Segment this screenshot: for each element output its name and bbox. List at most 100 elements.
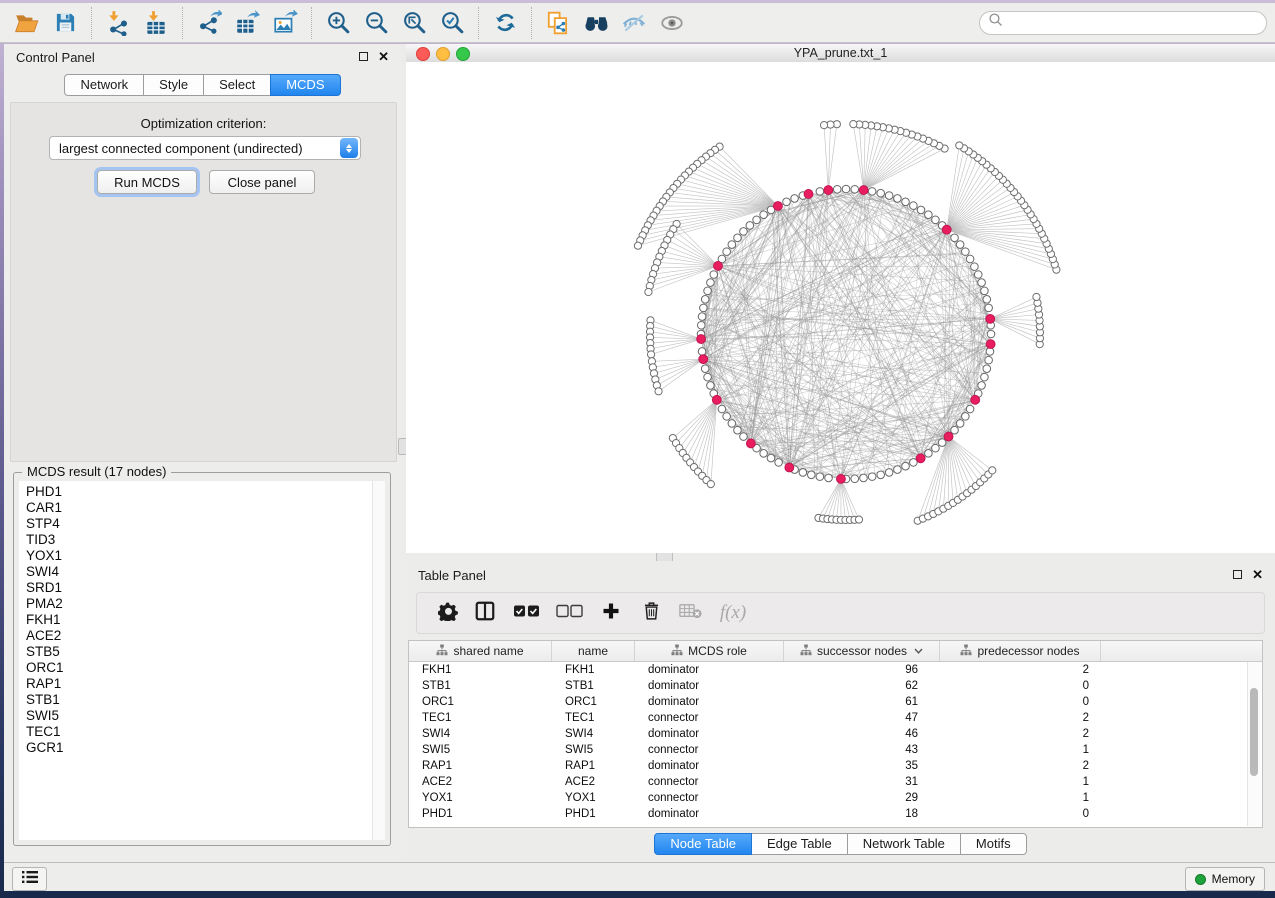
list-item[interactable]: PMA2 [26,596,385,612]
refresh-button[interactable] [486,6,524,40]
column-label: successor nodes [817,644,907,658]
cell-predecessor_nodes: 1 [940,776,1101,788]
list-item[interactable]: SWI4 [26,564,385,580]
search-input[interactable] [1004,15,1258,31]
mcds-result-group: MCDS result (17 nodes) PHD1CAR1STP4TID3Y… [13,472,391,846]
select-all-button[interactable] [505,596,547,630]
table-row[interactable]: TEC1TEC1connector472 [409,710,1262,726]
column-chooser-button[interactable] [465,596,505,630]
column-header-predecessor-nodes[interactable]: predecessor nodes [940,641,1101,661]
tab-select[interactable]: Select [203,74,271,96]
eye-icon [659,11,685,35]
list-item[interactable]: STB5 [26,644,385,660]
table-row[interactable]: PHD1PHD1dominator180 [409,806,1262,822]
list-item[interactable]: PHD1 [26,484,385,500]
tab-network[interactable]: Network [64,74,144,96]
column-header-successor-nodes[interactable]: successor nodes [784,641,940,661]
export-image-button[interactable] [266,6,304,40]
tab-node-table[interactable]: Node Table [654,833,752,855]
list-item[interactable]: YOX1 [26,548,385,564]
show-all-button[interactable] [653,6,691,40]
export-network-button[interactable] [190,6,228,40]
close-panel-button[interactable]: Close panel [209,170,315,194]
table-row[interactable]: FKH1FKH1dominator962 [409,662,1262,678]
list-item[interactable]: ACE2 [26,628,385,644]
list-item[interactable]: SRD1 [26,580,385,596]
delete-column-button[interactable] [631,596,671,630]
close-panel-icon[interactable]: ✕ [1252,569,1263,580]
deselect-all-button[interactable] [547,596,591,630]
save-button[interactable] [46,6,84,40]
list-item[interactable]: FKH1 [26,612,385,628]
optimization-select[interactable]: largest connected component (undirected) [49,136,361,160]
new-network-from-selection-button[interactable] [539,6,577,40]
zoom-out-button[interactable] [357,6,395,40]
float-panel-icon[interactable] [359,52,368,61]
find-button[interactable] [577,6,615,40]
table-row[interactable]: STB1STB1dominator620 [409,678,1262,694]
tab-network-table[interactable]: Network Table [847,833,961,855]
toolbar-separator [478,7,479,39]
table-scrollbar[interactable] [1247,662,1261,826]
cell-successor_nodes: 47 [784,712,940,724]
list-item[interactable]: CAR1 [26,500,385,516]
import-network-button[interactable] [99,6,137,40]
list-item[interactable]: GCR1 [26,740,385,756]
list-scrollbar[interactable] [372,481,385,840]
trash-icon [641,600,662,627]
table-row[interactable]: YOX1YOX1connector291 [409,790,1262,806]
list-item[interactable]: TID3 [26,532,385,548]
cell-shared_name: FKH1 [409,664,552,676]
zoom-fit-button[interactable] [395,6,433,40]
cell-predecessor_nodes: 0 [940,680,1101,692]
tab-edge-table[interactable]: Edge Table [751,833,848,855]
table-row[interactable]: SWI5SWI5connector431 [409,742,1262,758]
zoom-in-icon [326,10,351,35]
run-mcds-button[interactable]: Run MCDS [97,170,197,194]
settings-gear-button[interactable] [431,596,465,630]
memory-button[interactable]: Memory [1185,867,1265,891]
tab-motifs[interactable]: Motifs [960,833,1027,855]
cell-name: FKH1 [552,664,635,676]
tab-style[interactable]: Style [143,74,204,96]
column-header-shared-name[interactable]: shared name [409,641,552,661]
task-history-button[interactable] [12,867,47,891]
delete-table-button[interactable] [671,596,709,630]
horizontal-splitter[interactable] [406,553,1275,561]
column-header-MCDS-role[interactable]: MCDS role [635,641,784,661]
close-panel-icon[interactable]: ✕ [378,51,389,62]
export-table-icon [234,10,260,36]
tab-mcds[interactable]: MCDS [270,74,340,96]
add-column-button[interactable] [591,596,631,630]
list-item[interactable]: SWI5 [26,708,385,724]
hide-selected-button[interactable] [615,6,653,40]
export-table-button[interactable] [228,6,266,40]
list-item[interactable]: STB1 [26,692,385,708]
zoom-selected-button[interactable] [433,6,471,40]
zoom-in-button[interactable] [319,6,357,40]
table-row[interactable]: RAP1RAP1dominator352 [409,758,1262,774]
network-graph[interactable] [406,62,1275,553]
network-window-titlebar[interactable]: YPA_prune.txt_1 [406,44,1275,63]
list-item[interactable]: ORC1 [26,660,385,676]
mcds-result-list[interactable]: PHD1CAR1STP4TID3YOX1SWI4SRD1PMA2FKH1ACE2… [19,481,385,840]
list-item[interactable]: TEC1 [26,724,385,740]
table-toolbar: f(x) [416,592,1265,634]
list-item[interactable]: RAP1 [26,676,385,692]
function-builder-button[interactable]: f(x) [709,596,757,630]
network-canvas[interactable] [406,62,1275,553]
column-header-name[interactable]: name [552,641,635,661]
cell-shared_name: TEC1 [409,712,552,724]
node-table[interactable]: shared namenameMCDS role successor nodes p… [408,640,1263,828]
table-row[interactable]: SWI4SWI4dominator462 [409,726,1262,742]
table-row[interactable]: ORC1ORC1dominator610 [409,694,1262,710]
list-item[interactable]: STP4 [26,516,385,532]
scrollbar-thumb[interactable] [1250,688,1258,776]
cell-name: RAP1 [552,760,635,772]
table-row[interactable]: ACE2ACE2connector311 [409,774,1262,790]
float-panel-icon[interactable] [1233,570,1242,579]
import-table-button[interactable] [137,6,175,40]
cell-successor_nodes: 18 [784,808,940,820]
search-box[interactable] [979,11,1267,35]
open-button[interactable] [8,6,46,40]
